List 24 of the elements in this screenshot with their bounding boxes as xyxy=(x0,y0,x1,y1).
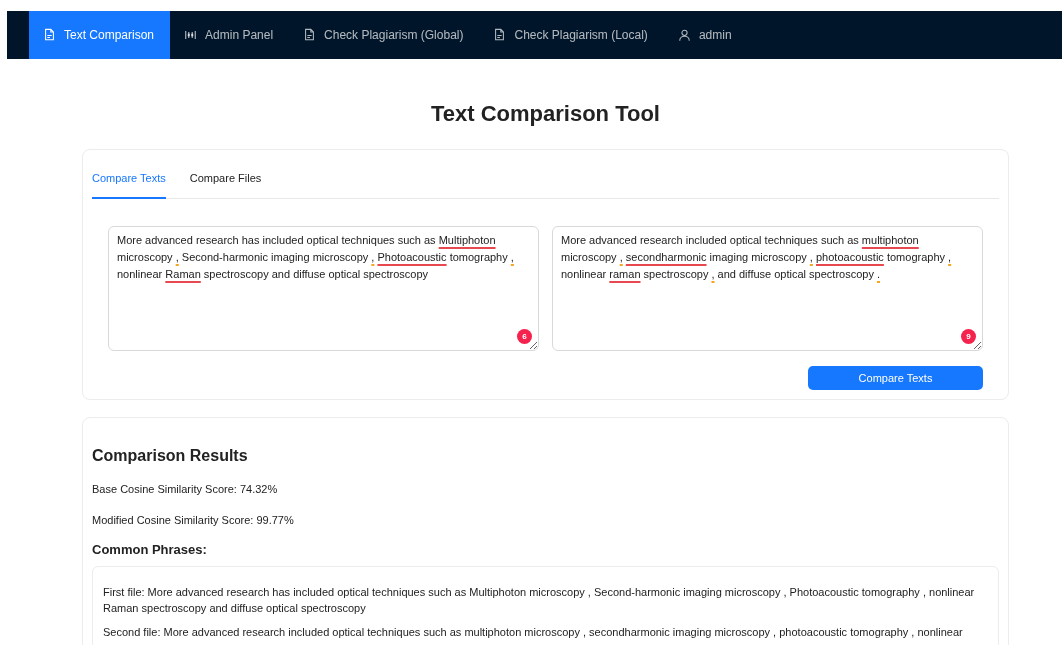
section-heading: Common Phrases: xyxy=(92,542,208,558)
tab[interactable]: Compare Files xyxy=(189,160,262,199)
score-text: Modified Cosine Similarity Score: 99.77% xyxy=(92,512,295,528)
nav-item[interactable]: Check Plagiarism (Local) xyxy=(479,11,664,59)
tab[interactable]: Compare Texts xyxy=(92,160,166,199)
user-icon xyxy=(677,28,691,42)
nav-item[interactable]: Admin Panel xyxy=(170,11,290,59)
results-heading: Comparison Results xyxy=(92,445,249,466)
text-input-field[interactable]: More advanced research included optical techniques such as multiphoton microscopy , secondharmonic imaging microscopy , photoacoustic tomography , nonlinear raman spectroscopy , and diffuse optical spectroscopy . 9 xyxy=(552,225,983,351)
document-icon xyxy=(43,28,56,42)
score-text: Base Cosine Similarity Score: 74.32% xyxy=(92,482,279,498)
document-icon xyxy=(303,28,317,42)
issue-count-badge: 9 xyxy=(961,328,976,344)
nav-item[interactable]: Text Comparison xyxy=(29,11,171,59)
phrase-text: First file: More advanced research has included optical techniques such as Multiphoton microscopy , Second-harmonic imaging microscopy , Photoacoustic tomography , nonlinear Raman spectroscopy and diffuse optical spectroscopy xyxy=(103,584,976,616)
nav-item[interactable]: admin xyxy=(663,11,748,59)
page-title: Text Comparison Tool xyxy=(430,101,661,128)
sliders-icon xyxy=(184,28,198,42)
issue-count-badge: 6 xyxy=(517,328,532,344)
compare-button[interactable]: Compare Texts xyxy=(808,365,983,390)
text-input-field[interactable]: More advanced research has included optical techniques such as Multiphoton microscopy , Second-harmonic imaging microscopy , Photoacoustic tomography , nonlinear Raman spectroscopy and diffuse optical spectroscopy 6 xyxy=(108,225,539,351)
document-icon xyxy=(493,28,507,42)
nav-item[interactable]: Check Plagiarism (Global) xyxy=(289,11,480,59)
phrase-text: Second file: More advanced research included optical techniques such as multiphoton microscopy , secondharmonic imaging microscopy , photoacoustic tomography , nonlinear xyxy=(103,624,964,640)
